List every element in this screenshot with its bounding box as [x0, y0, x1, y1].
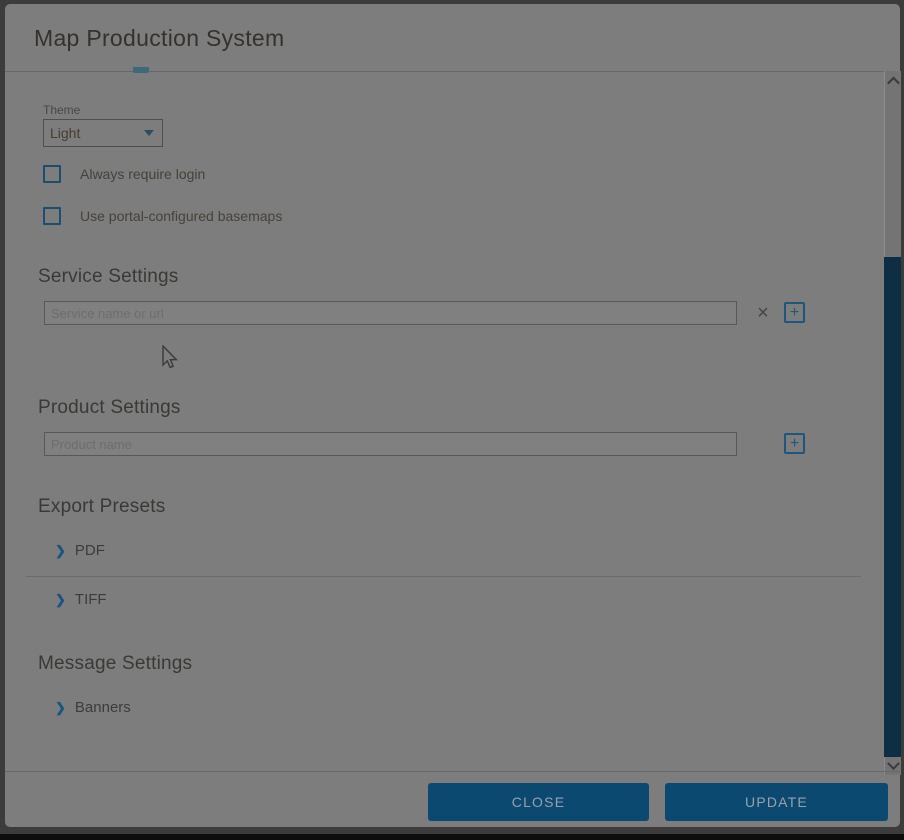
close-button[interactable]: CLOSE	[428, 783, 649, 821]
chevron-right-icon: ❯	[55, 700, 66, 716]
dialog-title: Map Production System	[34, 25, 284, 52]
theme-select-value: Light	[44, 125, 144, 141]
always-require-login-row: Always require login	[43, 165, 205, 183]
chevron-right-icon: ❯	[55, 543, 66, 559]
map-production-settings-dialog: Map Production System Theme Light Always…	[5, 4, 900, 827]
service-settings-heading: Service Settings	[38, 266, 179, 288]
message-banners-label: Banners	[75, 699, 131, 716]
clear-icon[interactable]: ×	[749, 302, 777, 324]
export-preset-tiff-expander[interactable]: ❯ TIFF	[55, 591, 107, 608]
product-name-input[interactable]	[44, 432, 737, 456]
vertical-scrollbar[interactable]	[884, 71, 901, 775]
message-banners-expander[interactable]: ❯ Banners	[55, 699, 131, 716]
chevron-down-icon	[144, 130, 154, 136]
scroll-up-button[interactable]	[885, 73, 901, 90]
dialog-scroll-content: Theme Light Always require login Use por…	[5, 71, 885, 775]
mouse-cursor-icon	[158, 345, 178, 371]
portal-basemaps-checkbox[interactable]	[43, 207, 61, 225]
add-service-button[interactable]: +	[784, 302, 805, 323]
add-product-button[interactable]: +	[784, 433, 805, 454]
chevron-up-icon	[887, 77, 900, 90]
dialog-footer: CLOSE UPDATE	[5, 771, 900, 827]
update-button[interactable]: UPDATE	[665, 783, 888, 821]
chevron-right-icon: ❯	[55, 592, 66, 608]
message-settings-heading: Message Settings	[38, 653, 192, 675]
scrollbar-thumb[interactable]	[884, 257, 901, 757]
portal-basemaps-row: Use portal-configured basemaps	[43, 207, 282, 225]
always-require-login-label: Always require login	[80, 165, 205, 182]
export-presets-divider	[26, 576, 861, 577]
chevron-down-icon	[887, 757, 900, 770]
service-name-input[interactable]	[44, 301, 737, 325]
portal-basemaps-label: Use portal-configured basemaps	[80, 207, 282, 224]
export-presets-heading: Export Presets	[38, 496, 165, 518]
export-preset-pdf-expander[interactable]: ❯ PDF	[55, 542, 105, 559]
always-require-login-checkbox[interactable]	[43, 165, 61, 183]
export-preset-pdf-label: PDF	[75, 542, 105, 559]
page-bottom-edge	[0, 834, 904, 840]
service-input-row: × +	[44, 301, 814, 325]
product-input-row: +	[44, 432, 814, 456]
dialog-header: Map Production System	[5, 4, 900, 72]
theme-select[interactable]: Light	[43, 119, 163, 147]
product-settings-heading: Product Settings	[38, 397, 181, 419]
export-preset-tiff-label: TIFF	[75, 591, 107, 608]
theme-label: Theme	[43, 103, 80, 117]
